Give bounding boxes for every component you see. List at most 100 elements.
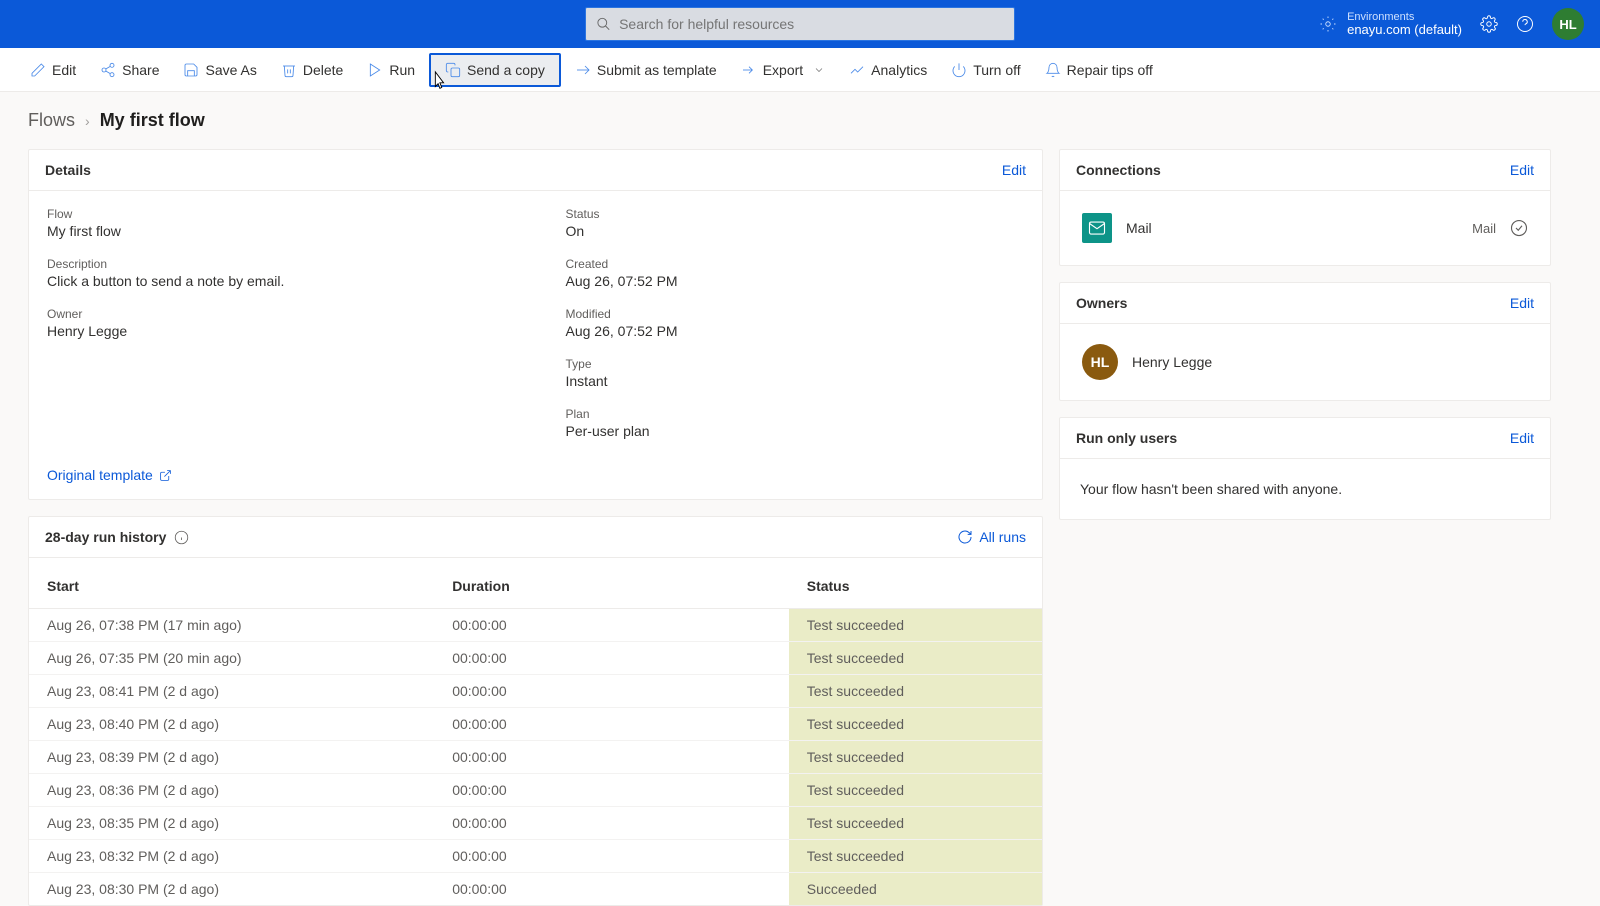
table-row[interactable]: Aug 23, 08:41 PM (2 d ago) 00:00:00 Test… — [29, 675, 1042, 708]
environment-picker[interactable]: Environments enayu.com (default) — [1319, 11, 1462, 37]
runonly-text: Your flow hasn't been shared with anyone… — [1078, 475, 1532, 503]
chevron-right-icon: › — [85, 113, 90, 129]
breadcrumb-root[interactable]: Flows — [28, 110, 75, 131]
export-icon — [741, 62, 757, 78]
run-start: Aug 26, 07:35 PM (20 min ago) — [29, 642, 434, 675]
table-row[interactable]: Aug 23, 08:39 PM (2 d ago) 00:00:00 Test… — [29, 741, 1042, 774]
mail-icon — [1082, 213, 1112, 243]
status-value: On — [566, 223, 1025, 239]
connections-title: Connections — [1076, 162, 1161, 178]
saveas-button[interactable]: Save As — [173, 56, 266, 84]
owner-row[interactable]: HL Henry Legge — [1078, 340, 1532, 384]
cmd-label: Repair tips off — [1067, 62, 1153, 78]
user-avatar[interactable]: HL — [1552, 8, 1584, 40]
pencil-icon — [30, 62, 46, 78]
run-status: Test succeeded — [789, 642, 1042, 675]
submit-template-button[interactable]: Submit as template — [565, 56, 727, 84]
details-card: Details Edit Flow My first flow Descripti… — [28, 149, 1043, 500]
details-edit-link[interactable]: Edit — [1002, 162, 1026, 178]
share-button[interactable]: Share — [90, 56, 169, 84]
owner-value: Henry Legge — [47, 323, 506, 339]
turnoff-button[interactable]: Turn off — [941, 56, 1030, 84]
table-row[interactable]: Aug 23, 08:40 PM (2 d ago) 00:00:00 Test… — [29, 708, 1042, 741]
run-duration: 00:00:00 — [434, 609, 789, 642]
original-template-link[interactable]: Original template — [47, 467, 172, 483]
table-row[interactable]: Aug 23, 08:35 PM (2 d ago) 00:00:00 Test… — [29, 807, 1042, 840]
cmd-label: Run — [389, 62, 415, 78]
run-status: Test succeeded — [789, 609, 1042, 642]
col-duration[interactable]: Duration — [434, 558, 789, 609]
cmd-label: Analytics — [871, 62, 927, 78]
run-start: Aug 26, 07:38 PM (17 min ago) — [29, 609, 434, 642]
table-row[interactable]: Aug 23, 08:30 PM (2 d ago) 00:00:00 Succ… — [29, 873, 1042, 906]
cmd-label: Submit as template — [597, 62, 717, 78]
desc-value: Click a button to send a note by email. — [47, 273, 506, 289]
table-row[interactable]: Aug 23, 08:36 PM (2 d ago) 00:00:00 Test… — [29, 774, 1042, 807]
plan-value: Per-user plan — [566, 423, 1025, 439]
edit-button[interactable]: Edit — [20, 56, 86, 84]
search-input[interactable] — [619, 16, 1004, 32]
details-title: Details — [45, 162, 91, 178]
copy-icon — [445, 62, 461, 78]
connection-name: Mail — [1126, 220, 1458, 236]
run-status: Test succeeded — [789, 774, 1042, 807]
run-history-card: 28-day run history All runs Start Durati… — [28, 516, 1043, 906]
table-row[interactable]: Aug 26, 07:35 PM (20 min ago) 00:00:00 T… — [29, 642, 1042, 675]
run-button[interactable]: Run — [357, 56, 425, 84]
owner-name: Henry Legge — [1132, 354, 1212, 370]
export-button[interactable]: Export — [731, 56, 835, 84]
run-duration: 00:00:00 — [434, 873, 789, 906]
search-box[interactable] — [585, 7, 1015, 41]
connections-edit-link[interactable]: Edit — [1510, 162, 1534, 178]
col-start[interactable]: Start — [29, 558, 434, 609]
repair-button[interactable]: Repair tips off — [1035, 56, 1163, 84]
play-icon — [367, 62, 383, 78]
runonly-edit-link[interactable]: Edit — [1510, 430, 1534, 446]
created-value: Aug 26, 07:52 PM — [566, 273, 1025, 289]
settings-icon[interactable] — [1480, 15, 1498, 33]
owners-card: Owners Edit HL Henry Legge — [1059, 282, 1551, 401]
run-start: Aug 23, 08:40 PM (2 d ago) — [29, 708, 434, 741]
status-label: Status — [566, 207, 1025, 221]
connection-type: Mail — [1472, 221, 1496, 236]
breadcrumb-current: My first flow — [100, 110, 205, 131]
table-row[interactable]: Aug 23, 08:32 PM (2 d ago) 00:00:00 Test… — [29, 840, 1042, 873]
environment-icon — [1319, 15, 1337, 33]
all-runs-link[interactable]: All runs — [957, 529, 1026, 545]
all-runs-label: All runs — [979, 529, 1026, 545]
info-icon[interactable] — [174, 530, 189, 545]
cmd-label: Delete — [303, 62, 343, 78]
flow-value: My first flow — [47, 223, 506, 239]
send-copy-button[interactable]: Send a copy — [429, 53, 561, 87]
analytics-button[interactable]: Analytics — [839, 56, 937, 84]
run-status: Test succeeded — [789, 675, 1042, 708]
delete-button[interactable]: Delete — [271, 56, 353, 84]
chevron-down-icon — [813, 64, 825, 76]
owners-edit-link[interactable]: Edit — [1510, 295, 1534, 311]
share-icon — [100, 62, 116, 78]
command-bar: Edit Share Save As Delete Run Send a cop… — [0, 48, 1600, 92]
orig-template-label: Original template — [47, 467, 153, 483]
cmd-label: Edit — [52, 62, 76, 78]
run-duration: 00:00:00 — [434, 807, 789, 840]
col-status[interactable]: Status — [789, 558, 1042, 609]
cmd-label: Send a copy — [467, 62, 545, 78]
help-icon[interactable] — [1516, 15, 1534, 33]
refresh-icon — [957, 529, 973, 545]
run-duration: 00:00:00 — [434, 642, 789, 675]
run-duration: 00:00:00 — [434, 774, 789, 807]
top-bar: Environments enayu.com (default) HL — [0, 0, 1600, 48]
trash-icon — [281, 62, 297, 78]
desc-label: Description — [47, 257, 506, 271]
save-icon — [183, 62, 199, 78]
run-status: Test succeeded — [789, 840, 1042, 873]
run-duration: 00:00:00 — [434, 741, 789, 774]
connection-row[interactable]: Mail Mail — [1078, 207, 1532, 249]
table-row[interactable]: Aug 26, 07:38 PM (17 min ago) 00:00:00 T… — [29, 609, 1042, 642]
history-title: 28-day run history — [45, 529, 166, 545]
power-icon — [951, 62, 967, 78]
run-start: Aug 23, 08:36 PM (2 d ago) — [29, 774, 434, 807]
run-status: Test succeeded — [789, 708, 1042, 741]
run-duration: 00:00:00 — [434, 840, 789, 873]
flow-label: Flow — [47, 207, 506, 221]
